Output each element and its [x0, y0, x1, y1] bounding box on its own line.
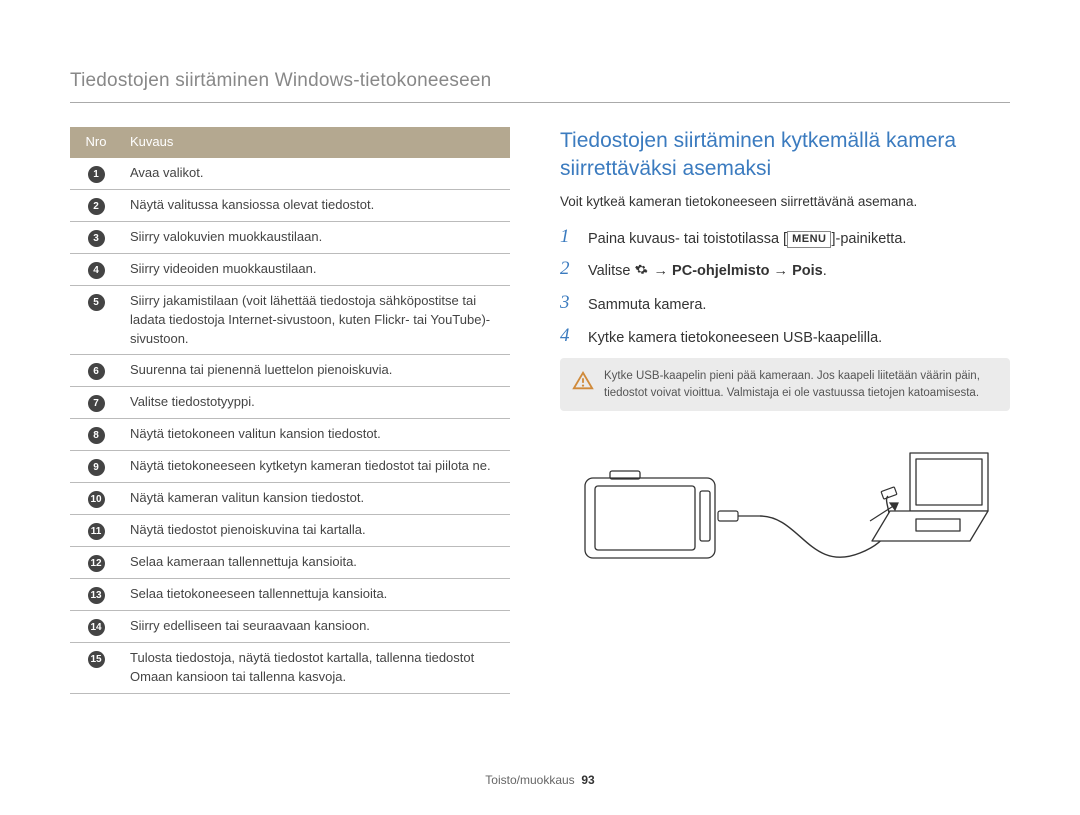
- description-table-wrapper: Nro Kuvaus 1 Avaa valikot. 2 Näytä valituss…: [70, 127, 510, 694]
- row-number-cell: 10: [70, 483, 122, 515]
- th-nro: Nro: [70, 127, 122, 158]
- row-number-cell: 1: [70, 158, 122, 190]
- row-desc-cell: Selaa tietokoneeseen tallennettuja kansi…: [122, 579, 510, 611]
- table-row: 5 Siirry jakamistilaan (voit lähettää tie…: [70, 285, 510, 355]
- number-badge: 7: [88, 395, 105, 412]
- row-number-cell: 15: [70, 643, 122, 694]
- step-bold: Pois: [792, 263, 823, 279]
- number-badge: 14: [88, 619, 105, 636]
- table-row: 4 Siirry videoiden muokkaustilaan.: [70, 253, 510, 285]
- row-number-cell: 11: [70, 515, 122, 547]
- table-row: 1 Avaa valikot.: [70, 158, 510, 190]
- table-row: 10 Näytä kameran valitun kansion tiedosto…: [70, 483, 510, 515]
- step-number: 4: [560, 326, 578, 347]
- table-row: 2 Näytä valitussa kansiossa olevat tiedos…: [70, 189, 510, 221]
- step-text: Valitse: [588, 263, 634, 279]
- step-text: →: [654, 263, 673, 279]
- description-table: Nro Kuvaus 1 Avaa valikot. 2 Näytä valituss…: [70, 127, 510, 694]
- row-number-cell: 7: [70, 387, 122, 419]
- page-title: Tiedostojen siirtäminen Windows-tietokon…: [70, 70, 1010, 103]
- table-row: 7 Valitse tiedostotyyppi.: [70, 387, 510, 419]
- row-number-cell: 4: [70, 253, 122, 285]
- step-bold: PC-ohjelmisto: [672, 263, 769, 279]
- row-desc-cell: Valitse tiedostotyyppi.: [122, 387, 510, 419]
- warning-icon: [572, 370, 594, 398]
- steps-list: 1 Paina kuvaus- tai toistotilassa [MENU]…: [560, 227, 1010, 348]
- step-text: Sammuta kamera.: [588, 293, 1010, 315]
- row-number-cell: 2: [70, 189, 122, 221]
- table-row: 14 Siirry edelliseen tai seuraavaan kansi…: [70, 611, 510, 643]
- number-badge: 2: [88, 198, 105, 215]
- row-desc-cell: Avaa valikot.: [122, 158, 510, 190]
- warning-callout: Kytke USB-kaapelin pieni pää kameraan. J…: [560, 358, 1010, 411]
- number-badge: 3: [88, 230, 105, 247]
- row-desc-cell: Näytä tietokoneen valitun kansion tiedos…: [122, 419, 510, 451]
- table-row: 12 Selaa kameraan tallennettuja kansioita…: [70, 547, 510, 579]
- step-text: →: [770, 263, 793, 279]
- step-2: 2 Valitse → PC-ohjelmisto → Pois.: [560, 259, 1010, 283]
- row-desc-cell: Selaa kameraan tallennettuja kansioita.: [122, 547, 510, 579]
- table-row: 8 Näytä tietokoneen valitun kansion tiedo…: [70, 419, 510, 451]
- row-number-cell: 14: [70, 611, 122, 643]
- row-desc-cell: Siirry valokuvien muokkaustilaan.: [122, 221, 510, 253]
- row-number-cell: 6: [70, 355, 122, 387]
- row-desc-cell: Näytä tietokoneeseen kytketyn kameran ti…: [122, 451, 510, 483]
- row-number-cell: 13: [70, 579, 122, 611]
- gear-icon: [634, 262, 649, 283]
- row-desc-cell: Siirry videoiden muokkaustilaan.: [122, 253, 510, 285]
- number-badge: 15: [88, 651, 105, 668]
- step-3: 3 Sammuta kamera.: [560, 293, 1010, 315]
- row-desc-cell: Näytä valitussa kansiossa olevat tiedost…: [122, 189, 510, 221]
- number-badge: 10: [88, 491, 105, 508]
- step-text: ]-painiketta.: [831, 231, 906, 247]
- number-badge: 1: [88, 166, 105, 183]
- number-badge: 6: [88, 363, 105, 380]
- table-row: 15 Tulosta tiedostoja, näytä tiedostot ka…: [70, 643, 510, 694]
- camera-to-laptop-illustration: [560, 433, 1010, 608]
- table-row: 9 Näytä tietokoneeseen kytketyn kameran t…: [70, 451, 510, 483]
- step-number: 1: [560, 227, 578, 248]
- step-number: 3: [560, 293, 578, 314]
- menu-button-label: MENU: [787, 231, 831, 248]
- step-number: 2: [560, 259, 578, 280]
- footer-section: Toisto/muokkaus: [485, 773, 574, 787]
- number-badge: 13: [88, 587, 105, 604]
- row-desc-cell: Siirry edelliseen tai seuraavaan kansioo…: [122, 611, 510, 643]
- step-text: Paina kuvaus- tai toistotilassa [: [588, 231, 787, 247]
- row-desc-cell: Näytä tiedostot pienoiskuvina tai kartal…: [122, 515, 510, 547]
- number-badge: 5: [88, 294, 105, 311]
- number-badge: 4: [88, 262, 105, 279]
- row-desc-cell: Suurenna tai pienennä luettelon pienoisk…: [122, 355, 510, 387]
- table-row: 6 Suurenna tai pienennä luettelon pienois…: [70, 355, 510, 387]
- table-row: 11 Näytä tiedostot pienoiskuvina tai kart…: [70, 515, 510, 547]
- number-badge: 12: [88, 555, 105, 572]
- row-desc-cell: Näytä kameran valitun kansion tiedostot.: [122, 483, 510, 515]
- number-badge: 9: [88, 459, 105, 476]
- step-text: .: [823, 263, 827, 279]
- section-title: Tiedostojen siirtäminen kytkemällä kamer…: [560, 127, 1010, 184]
- step-1: 1 Paina kuvaus- tai toistotilassa [MENU]…: [560, 227, 1010, 249]
- row-number-cell: 9: [70, 451, 122, 483]
- number-badge: 8: [88, 427, 105, 444]
- row-desc-cell: Tulosta tiedostoja, näytä tiedostot kart…: [122, 643, 510, 694]
- page-footer: Toisto/muokkaus 93: [0, 773, 1080, 787]
- step-text: Kytke kamera tietokoneeseen USB-kaapelil…: [588, 326, 1010, 348]
- row-desc-cell: Siirry jakamistilaan (voit lähettää tied…: [122, 285, 510, 355]
- callout-text: Kytke USB-kaapelin pieni pää kameraan. J…: [604, 370, 980, 399]
- row-number-cell: 3: [70, 221, 122, 253]
- step-4: 4 Kytke kamera tietokoneeseen USB-kaapel…: [560, 326, 1010, 348]
- th-kuvaus: Kuvaus: [122, 127, 510, 158]
- table-row: 13 Selaa tietokoneeseen tallennettuja kan…: [70, 579, 510, 611]
- row-number-cell: 5: [70, 285, 122, 355]
- row-number-cell: 8: [70, 419, 122, 451]
- section-subtitle: Voit kytkeä kameran tietokoneeseen siirr…: [560, 194, 1010, 209]
- number-badge: 11: [88, 523, 105, 540]
- table-row: 3 Siirry valokuvien muokkaustilaan.: [70, 221, 510, 253]
- row-number-cell: 12: [70, 547, 122, 579]
- footer-page-number: 93: [581, 773, 594, 787]
